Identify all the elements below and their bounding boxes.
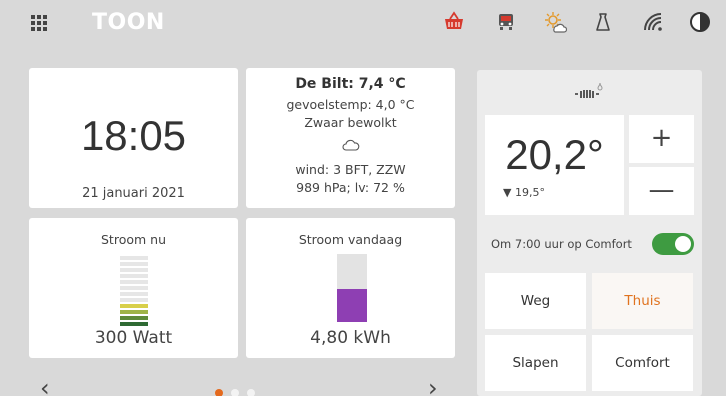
thermostat-panel: 20,2° ▼ 19,5° + — Om 7:00 uur op Comfort… [477, 70, 702, 396]
toggle-knob [675, 236, 691, 252]
prev-page-arrow[interactable]: ‹ [40, 376, 50, 396]
weather-card[interactable]: De Bilt: 7,4 °C gevoelstemp: 4,0 °C Zwaa… [246, 68, 455, 208]
power-today-value: 4,80 kWh [310, 328, 391, 348]
mode-button-thuis[interactable]: Thuis [592, 273, 693, 329]
temperature-down-button[interactable]: — [629, 167, 694, 215]
power-level-bar [120, 256, 148, 260]
power-now-card[interactable]: Stroom nu 300 Watt [29, 218, 238, 358]
weather-feels-like: gevoelstemp: 4,0 °C [286, 97, 415, 112]
wifi-icon[interactable] [641, 10, 665, 34]
power-level-bar [120, 310, 148, 314]
program-toggle[interactable] [652, 233, 694, 255]
bag-icon[interactable] [591, 10, 615, 34]
clock-card[interactable]: 18:05 21 januari 2021 [29, 68, 238, 208]
page-dot-1[interactable] [215, 389, 223, 396]
power-today-label: Stroom vandaag [298, 232, 403, 247]
mode-button-slapen[interactable]: Slapen [485, 335, 586, 391]
car-smoke-icon[interactable] [494, 10, 518, 34]
current-temperature-box: 20,2° ▼ 19,5° [485, 115, 624, 215]
clock-time: 18:05 [80, 112, 187, 159]
power-today-gauge [337, 254, 367, 322]
page-dot-3[interactable] [247, 389, 255, 396]
weather-condition: Zwaar bewolkt [304, 115, 397, 130]
power-now-value: 300 Watt [94, 328, 173, 348]
mode-button-weg[interactable]: Weg [485, 273, 586, 329]
setpoint-temperature: ▼ 19,5° [503, 186, 545, 199]
brand-logo: TOON [92, 10, 165, 35]
power-level-bar [120, 268, 148, 272]
power-level-meter [120, 256, 148, 328]
next-page-arrow[interactable]: › [428, 376, 438, 396]
power-level-bar [120, 322, 148, 326]
power-level-bar [120, 316, 148, 320]
current-temperature: 20,2° [505, 131, 604, 178]
page-dot-2[interactable] [231, 389, 239, 396]
power-level-bar [120, 304, 148, 308]
apps-grid-icon[interactable] [31, 15, 47, 31]
weather-wind: wind: 3 BFT, ZZW [295, 162, 406, 177]
basket-icon[interactable] [442, 10, 466, 34]
power-today-gauge-fill [337, 289, 367, 322]
cloud-icon [342, 137, 360, 151]
temperature-up-button[interactable]: + [629, 115, 694, 163]
clock-date: 21 januari 2021 [82, 186, 185, 201]
power-level-bar [120, 298, 148, 302]
power-level-bar [120, 274, 148, 278]
radiator-icon [573, 80, 607, 104]
power-today-card[interactable]: Stroom vandaag 4,80 kWh [246, 218, 455, 358]
power-level-bar [120, 280, 148, 284]
power-level-bar [120, 292, 148, 296]
mode-button-comfort[interactable]: Comfort [592, 335, 693, 391]
weather-pressure-humidity: 989 hPa; lv: 72 % [296, 180, 405, 195]
power-level-bar [120, 286, 148, 290]
weather-location-temp: De Bilt: 7,4 °C [295, 76, 406, 92]
top-bar: TOON [0, 0, 726, 46]
power-level-bar [120, 262, 148, 266]
program-status-text: Om 7:00 uur op Comfort [491, 237, 632, 251]
power-now-label: Stroom nu [101, 232, 166, 247]
weather-sun-cloud-icon[interactable] [543, 10, 567, 34]
contrast-icon[interactable] [688, 10, 712, 34]
